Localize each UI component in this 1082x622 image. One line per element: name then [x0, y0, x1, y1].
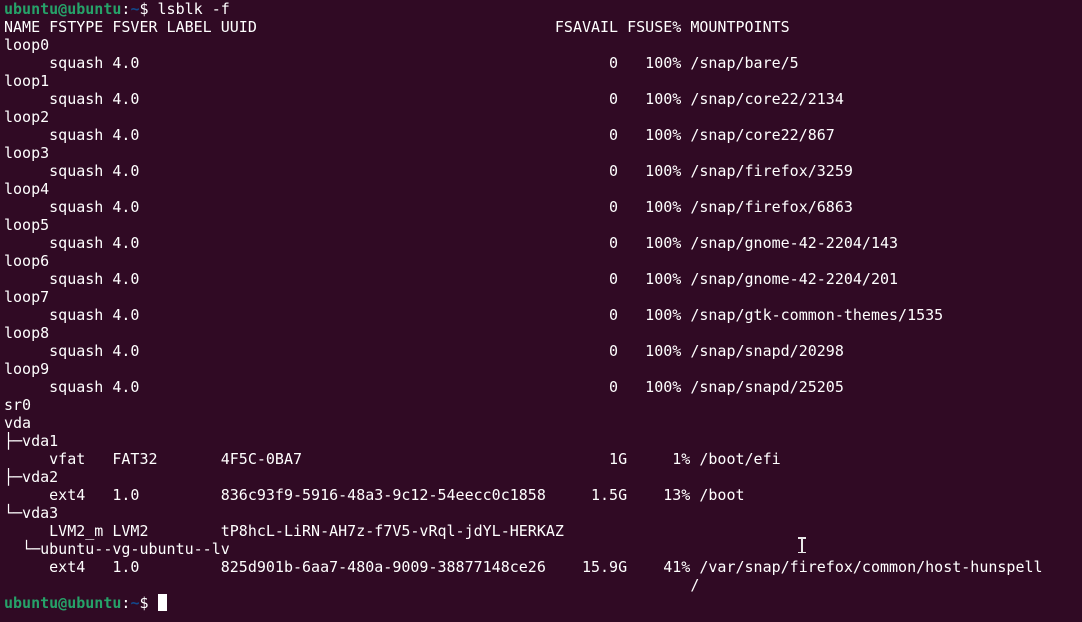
output-line: loop2 — [4, 108, 50, 126]
output-line: squash 4.0 0 100% /snap/bare/5 — [4, 54, 799, 72]
output-line: sr0 — [4, 396, 32, 414]
output-line: ├─vda1 — [4, 432, 59, 450]
output-line: squash 4.0 0 100% /snap/gtk-common-theme… — [4, 306, 944, 324]
output-line: ext4 1.0 836c93f9-5916-48a3-9c12-54eecc0… — [4, 486, 745, 504]
output-line: NAME FSTYPE FSVER LABEL UUID FSAVAIL FSU… — [4, 18, 790, 36]
prompt-dollar: $ — [139, 594, 158, 612]
output-line: squash 4.0 0 100% /snap/gnome-42-2204/20… — [4, 270, 899, 288]
output-line: vfat FAT32 4F5C-0BA7 1G 1% /boot/efi — [4, 450, 781, 468]
prompt-dollar: $ — [139, 0, 158, 18]
output-line: squash 4.0 0 100% /snap/firefox/6863 — [4, 198, 853, 216]
command-text: lsblk -f — [157, 0, 230, 18]
output-line: squash 4.0 0 100% /snap/gnome-42-2204/14… — [4, 234, 899, 252]
prompt-user-host: ubuntu@ubuntu — [4, 594, 122, 612]
output-line: squash 4.0 0 100% /snap/core22/867 — [4, 126, 835, 144]
output-line: loop0 — [4, 36, 50, 54]
output-line: loop5 — [4, 216, 50, 234]
output-line: loop1 — [4, 72, 50, 90]
output-line: LVM2_m LVM2 tP8hcL-LiRN-AH7z-f7V5-vRql-j… — [4, 522, 564, 540]
command-prompt-line: ubuntu@ubuntu:~$ lsblk -f — [4, 0, 1082, 18]
output-line: loop8 — [4, 324, 50, 342]
output-line: loop9 — [4, 360, 50, 378]
output-line: loop6 — [4, 252, 50, 270]
output-line: loop7 — [4, 288, 50, 306]
prompt-user-host: ubuntu@ubuntu — [4, 0, 122, 18]
output-line: / — [4, 576, 700, 594]
output-line: └─ubuntu--vg-ubuntu--lv — [4, 540, 230, 558]
output-line: squash 4.0 0 100% /snap/snapd/25205 — [4, 378, 844, 396]
output-line: ├─vda2 — [4, 468, 59, 486]
output-line: squash 4.0 0 100% /snap/core22/2134 — [4, 90, 844, 108]
text-cursor-ibeam-icon — [797, 537, 806, 553]
output-line: squash 4.0 0 100% /snap/snapd/20298 — [4, 342, 844, 360]
output-line: └─vda3 — [4, 504, 59, 522]
output-line: squash 4.0 0 100% /snap/firefox/3259 — [4, 162, 853, 180]
command-output: NAME FSTYPE FSVER LABEL UUID FSAVAIL FSU… — [4, 18, 1082, 594]
terminal-cursor — [157, 594, 167, 611]
output-line: loop4 — [4, 180, 50, 198]
output-line: vda — [4, 414, 32, 432]
output-line: ext4 1.0 825d901b-6aa7-480a-9009-3887714… — [4, 558, 1043, 576]
terminal-window[interactable]: ubuntu@ubuntu:~$ lsblk -f NAME FSTYPE FS… — [0, 0, 1082, 622]
output-line: loop3 — [4, 144, 50, 162]
active-prompt-line[interactable]: ubuntu@ubuntu:~$ — [4, 594, 1082, 612]
